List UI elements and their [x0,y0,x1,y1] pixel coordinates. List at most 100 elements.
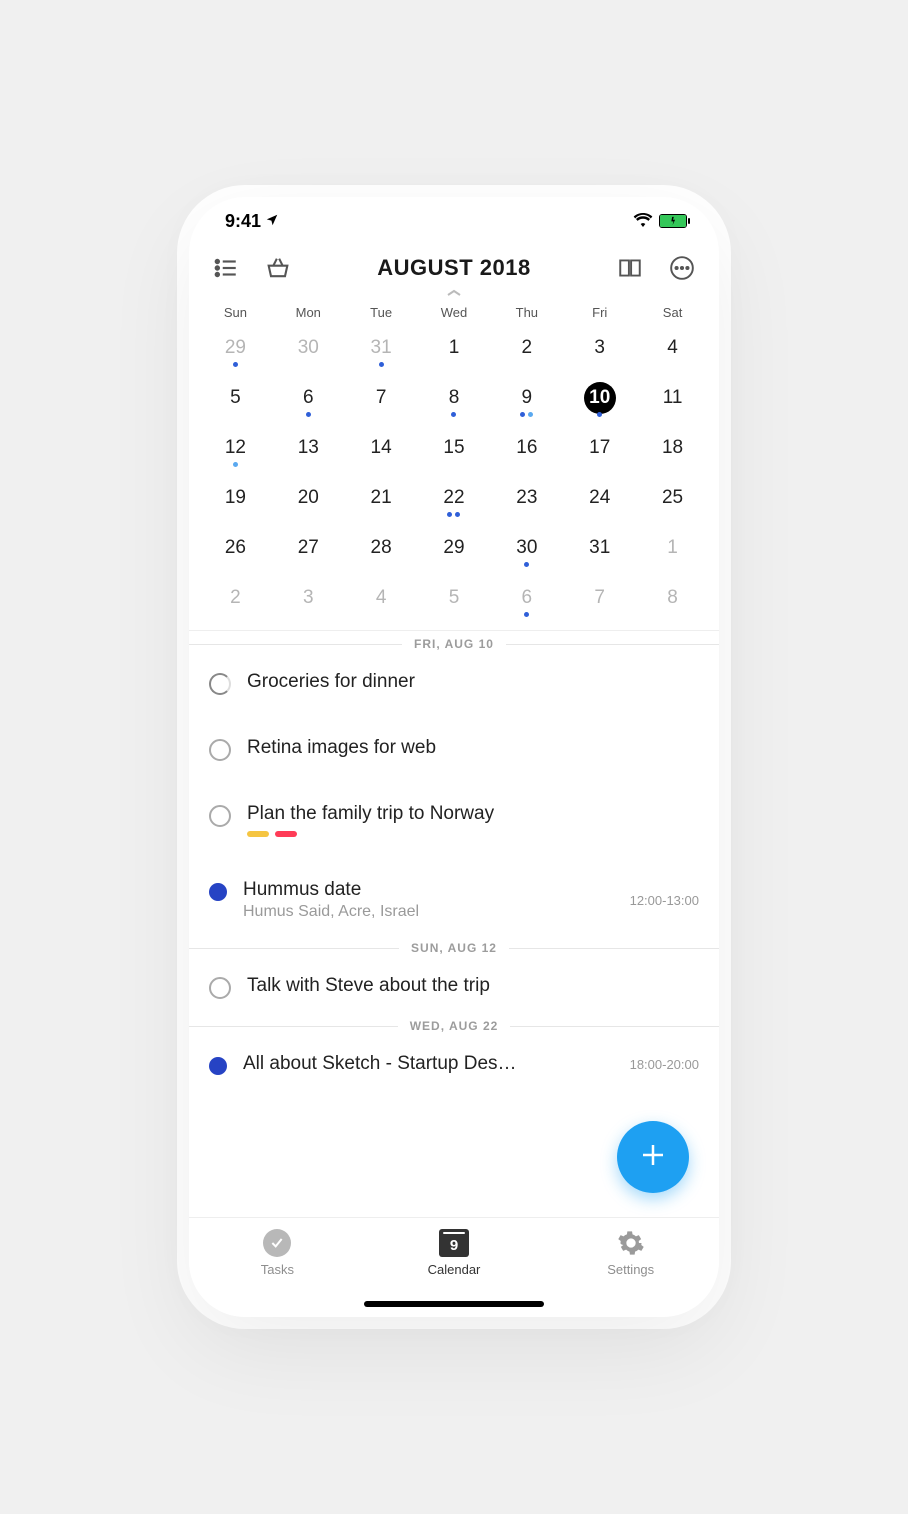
day-cell[interactable]: 23 [490,476,563,522]
day-cell[interactable]: 7 [345,376,418,422]
day-cell[interactable]: 22 [418,476,491,522]
collapse-handle-icon[interactable] [189,287,719,299]
add-button[interactable] [617,1121,689,1193]
task-row[interactable]: Retina images for web [189,723,719,775]
month-title[interactable]: AUGUST 2018 [293,255,615,281]
calendar-grid: 2930311234567891011121314151617181920212… [189,322,719,630]
day-cell[interactable]: 3 [563,326,636,372]
day-cell[interactable]: 3 [272,576,345,622]
tab-settings-label: Settings [607,1262,654,1277]
day-number: 4 [657,332,689,364]
day-number: 27 [292,532,324,564]
tab-settings[interactable]: Settings [542,1218,719,1317]
gear-icon [614,1228,648,1258]
day-number: 1 [438,332,470,364]
day-cell[interactable]: 28 [345,526,418,572]
day-cell[interactable]: 29 [199,326,272,372]
task-checkbox[interactable] [209,977,231,999]
task-checkbox[interactable] [209,673,231,695]
day-number: 25 [657,482,689,514]
day-dots [306,412,311,418]
section-label: FRI, AUG 10 [414,637,494,651]
day-cell[interactable]: 7 [563,576,636,622]
event-row[interactable]: All about Sketch - Startup Des…18:00-20:… [189,1039,719,1089]
day-cell[interactable]: 21 [345,476,418,522]
day-cell[interactable]: 9 [490,376,563,422]
day-number: 13 [292,432,324,464]
check-icon [263,1229,291,1257]
day-number: 15 [438,432,470,464]
more-icon[interactable] [667,253,697,283]
day-dots [233,462,238,468]
day-dots [233,362,238,368]
day-number: 8 [438,382,470,414]
task-body: All about Sketch - Startup Des… [243,1053,614,1075]
day-cell[interactable]: 10 [563,376,636,422]
day-cell[interactable]: 17 [563,426,636,472]
list-icon[interactable] [211,253,241,283]
task-tags [247,831,699,837]
day-cell[interactable]: 31 [345,326,418,372]
day-number: 29 [219,332,251,364]
day-dots [524,612,529,618]
weekday-label: Wed [418,305,491,320]
day-cell[interactable]: 11 [636,376,709,422]
day-cell[interactable]: 31 [563,526,636,572]
day-cell[interactable]: 4 [345,576,418,622]
day-number: 10 [584,382,616,414]
day-cell[interactable]: 2 [490,326,563,372]
task-row[interactable]: Groceries for dinner [189,657,719,709]
day-cell[interactable]: 14 [345,426,418,472]
day-cell[interactable]: 6 [272,376,345,422]
day-number: 23 [511,482,543,514]
tab-tasks-label: Tasks [261,1262,294,1277]
day-cell[interactable]: 27 [272,526,345,572]
tab-tasks[interactable]: Tasks [189,1218,366,1317]
task-row[interactable]: Talk with Steve about the trip [189,961,719,1013]
day-cell[interactable]: 5 [418,576,491,622]
calendar-icon: 9 [439,1229,469,1257]
book-icon[interactable] [615,253,645,283]
weekday-label: Mon [272,305,345,320]
day-number: 4 [365,582,397,614]
day-number: 6 [511,582,543,614]
plus-icon [638,1140,668,1175]
day-cell[interactable]: 2 [199,576,272,622]
day-cell[interactable]: 15 [418,426,491,472]
day-cell[interactable]: 8 [636,576,709,622]
day-cell[interactable]: 8 [418,376,491,422]
task-row[interactable]: Plan the family trip to Norway [189,789,719,851]
event-row[interactable]: Hummus dateHumus Said, Acre, Israel12:00… [189,865,719,935]
day-cell[interactable]: 30 [272,326,345,372]
home-indicator[interactable] [364,1301,544,1307]
day-number: 31 [365,332,397,364]
day-cell[interactable]: 20 [272,476,345,522]
day-cell[interactable]: 29 [418,526,491,572]
day-cell[interactable]: 4 [636,326,709,372]
section-header: WED, AUG 22 [189,1013,719,1039]
day-number: 26 [219,532,251,564]
wifi-icon [633,211,653,232]
day-cell[interactable]: 18 [636,426,709,472]
day-cell[interactable]: 19 [199,476,272,522]
day-cell[interactable]: 30 [490,526,563,572]
day-cell[interactable]: 5 [199,376,272,422]
day-cell[interactable]: 25 [636,476,709,522]
day-cell[interactable]: 24 [563,476,636,522]
task-checkbox[interactable] [209,739,231,761]
day-cell[interactable]: 26 [199,526,272,572]
day-cell[interactable]: 1 [418,326,491,372]
day-number: 19 [219,482,251,514]
day-cell[interactable]: 12 [199,426,272,472]
day-cell[interactable]: 1 [636,526,709,572]
day-cell[interactable]: 16 [490,426,563,472]
status-time: 9:41 [225,211,261,232]
day-number: 12 [219,432,251,464]
basket-icon[interactable] [263,253,293,283]
day-number: 29 [438,532,470,564]
day-cell[interactable]: 13 [272,426,345,472]
event-dot-icon [209,1057,227,1075]
day-cell[interactable]: 6 [490,576,563,622]
tab-calendar-label: Calendar [428,1262,481,1277]
task-checkbox[interactable] [209,805,231,827]
